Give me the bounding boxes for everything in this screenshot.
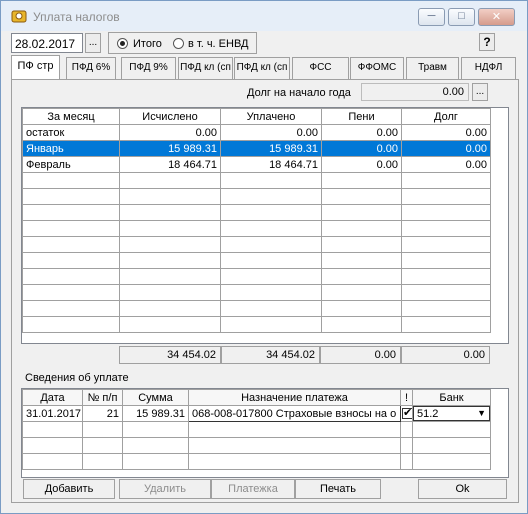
tab-ndfl[interactable]: НДФЛ — [461, 57, 516, 79]
col-purpose[interactable]: Назначение платежа — [188, 389, 401, 406]
maximize-icon: □ — [458, 10, 465, 22]
tab-pfd-6[interactable]: ПФД 6% — [66, 57, 116, 79]
cell-paid: 0.00 — [220, 124, 322, 141]
checkbox-checked[interactable] — [402, 407, 412, 419]
tab-fss[interactable]: ФСС — [292, 57, 349, 79]
cell-penalty: 0.00 — [321, 140, 402, 157]
tab-pfd-kl-1[interactable]: ПФД кл (сп — [178, 57, 233, 79]
cell-month: остаток — [22, 124, 120, 141]
tab-strip: ПФ стр ПФД 6% ПФД 9% ПФД кл (сп ПФД кл (… — [11, 55, 519, 79]
col-debt[interactable]: Долг — [401, 108, 491, 125]
cell-date[interactable]: 31.01.2017 — [22, 405, 83, 422]
col-paid[interactable]: Уплачено — [220, 108, 322, 125]
col-bank[interactable]: Банк — [412, 389, 491, 406]
button-bar: Добавить Удалить Платежка Печать Ok — [21, 479, 509, 499]
total-debt: 0.00 — [401, 346, 490, 364]
table-row[interactable]: Январь 15 989.31 15 989.31 0.00 0.00 — [22, 140, 491, 157]
maximize-button[interactable]: □ — [448, 8, 475, 26]
cell-number[interactable]: 21 — [82, 405, 123, 422]
delete-button[interactable]: Удалить — [119, 479, 211, 499]
title-bar: Уплата налогов ─ □ ✕ — [1, 1, 527, 31]
tab-pfd-9[interactable]: ПФД 9% — [121, 57, 176, 79]
col-number[interactable]: № п/п — [82, 389, 123, 406]
accruals-header: За месяц Исчислено Уплачено Пени Долг — [22, 108, 491, 125]
ok-button[interactable]: Ok — [418, 479, 507, 499]
add-button[interactable]: Добавить — [23, 479, 115, 499]
cell-sum[interactable]: 15 989.31 — [122, 405, 189, 422]
cell-debt: 0.00 — [401, 140, 491, 157]
debt-label: Долг на начало года — [247, 87, 351, 99]
cell-debt: 0.00 — [401, 124, 491, 141]
cell-penalty: 0.00 — [321, 156, 402, 173]
table-row[interactable]: Февраль 18 464.71 18 464.71 0.00 0.00 — [22, 156, 491, 173]
tab-travm[interactable]: Травм — [406, 57, 459, 79]
tab-pfd-kl-2[interactable]: ПФД кл (сп — [234, 57, 290, 79]
date-input[interactable]: 28.02.2017 — [11, 33, 83, 53]
window-title: Уплата налогов — [33, 10, 120, 24]
cell-calculated: 15 989.31 — [119, 140, 221, 157]
cell-purpose[interactable]: 068-008-017800 Страховые взносы на о — [188, 405, 401, 422]
bank-value: 51.2 — [417, 408, 439, 420]
empty-row[interactable] — [22, 220, 491, 237]
payments-grid[interactable]: Дата № п/п Сумма Назначение платежа ! Ба… — [21, 388, 509, 478]
empty-row[interactable] — [22, 268, 491, 285]
col-penalty[interactable]: Пени — [321, 108, 402, 125]
empty-row[interactable] — [22, 421, 491, 438]
cell-bank[interactable]: 51.2 ▼ — [412, 405, 491, 422]
cell-paid: 15 989.31 — [220, 140, 322, 157]
empty-row[interactable] — [22, 236, 491, 253]
empty-row[interactable] — [22, 284, 491, 301]
accruals-grid[interactable]: За месяц Исчислено Уплачено Пени Долг ос… — [21, 107, 509, 344]
cell-month: Январь — [22, 140, 120, 157]
empty-row[interactable] — [22, 172, 491, 189]
app-icon — [11, 10, 27, 23]
total-paid: 34 454.02 — [221, 346, 320, 364]
payments-section-label: Сведения об уплате — [25, 372, 129, 384]
cell-flag[interactable] — [400, 405, 413, 422]
table-row[interactable]: 31.01.2017 21 15 989.31 068-008-017800 С… — [22, 405, 491, 422]
radio-envd-label: в т. ч. ЕНВД — [188, 38, 249, 50]
date-picker-button[interactable]: ... — [85, 33, 101, 53]
cell-calculated: 18 464.71 — [119, 156, 221, 173]
total-penalty: 0.00 — [320, 346, 401, 364]
tab-pf-str[interactable]: ПФ стр — [11, 55, 60, 79]
cell-debt: 0.00 — [401, 156, 491, 173]
cell-month: Февраль — [22, 156, 120, 173]
radio-total[interactable] — [117, 38, 128, 49]
close-button[interactable]: ✕ — [478, 8, 515, 26]
bank-combobox[interactable]: 51.2 ▼ — [413, 406, 490, 421]
total-calculated: 34 454.02 — [119, 346, 221, 364]
table-row[interactable]: остаток 0.00 0.00 0.00 0.00 — [22, 124, 491, 141]
empty-row[interactable] — [22, 252, 491, 269]
cell-penalty: 0.00 — [321, 124, 402, 141]
main-window: Уплата налогов ─ □ ✕ 28.02.2017 ... Итог… — [0, 0, 528, 514]
tab-ffoms[interactable]: ФФОМС — [350, 57, 404, 79]
cell-calculated: 0.00 — [119, 124, 221, 141]
chevron-down-icon[interactable]: ▼ — [477, 408, 486, 418]
debt-value: 0.00 — [361, 83, 469, 101]
close-icon: ✕ — [491, 11, 502, 23]
help-button[interactable]: ? — [479, 33, 495, 51]
col-sum[interactable]: Сумма — [122, 389, 189, 406]
empty-row[interactable] — [22, 316, 491, 333]
minimize-icon: ─ — [427, 10, 436, 22]
radio-envd[interactable] — [173, 38, 184, 49]
col-flag[interactable]: ! — [400, 389, 413, 406]
mode-radio-group: Итого в т. ч. ЕНВД — [108, 32, 257, 54]
col-month[interactable]: За месяц — [22, 108, 120, 125]
radio-total-label: Итого — [133, 38, 162, 50]
empty-row[interactable] — [22, 204, 491, 221]
col-date[interactable]: Дата — [22, 389, 83, 406]
empty-row[interactable] — [22, 300, 491, 317]
payment-order-button[interactable]: Платежка — [211, 479, 295, 499]
minimize-button[interactable]: ─ — [418, 8, 445, 26]
empty-row[interactable] — [22, 188, 491, 205]
cell-paid: 18 464.71 — [220, 156, 322, 173]
empty-row[interactable] — [22, 453, 491, 470]
empty-row[interactable] — [22, 437, 491, 454]
debt-dots-button[interactable]: ... — [472, 83, 488, 101]
col-calculated[interactable]: Исчислено — [119, 108, 221, 125]
payments-header: Дата № п/п Сумма Назначение платежа ! Ба… — [22, 389, 491, 406]
print-button[interactable]: Печать — [295, 479, 381, 499]
